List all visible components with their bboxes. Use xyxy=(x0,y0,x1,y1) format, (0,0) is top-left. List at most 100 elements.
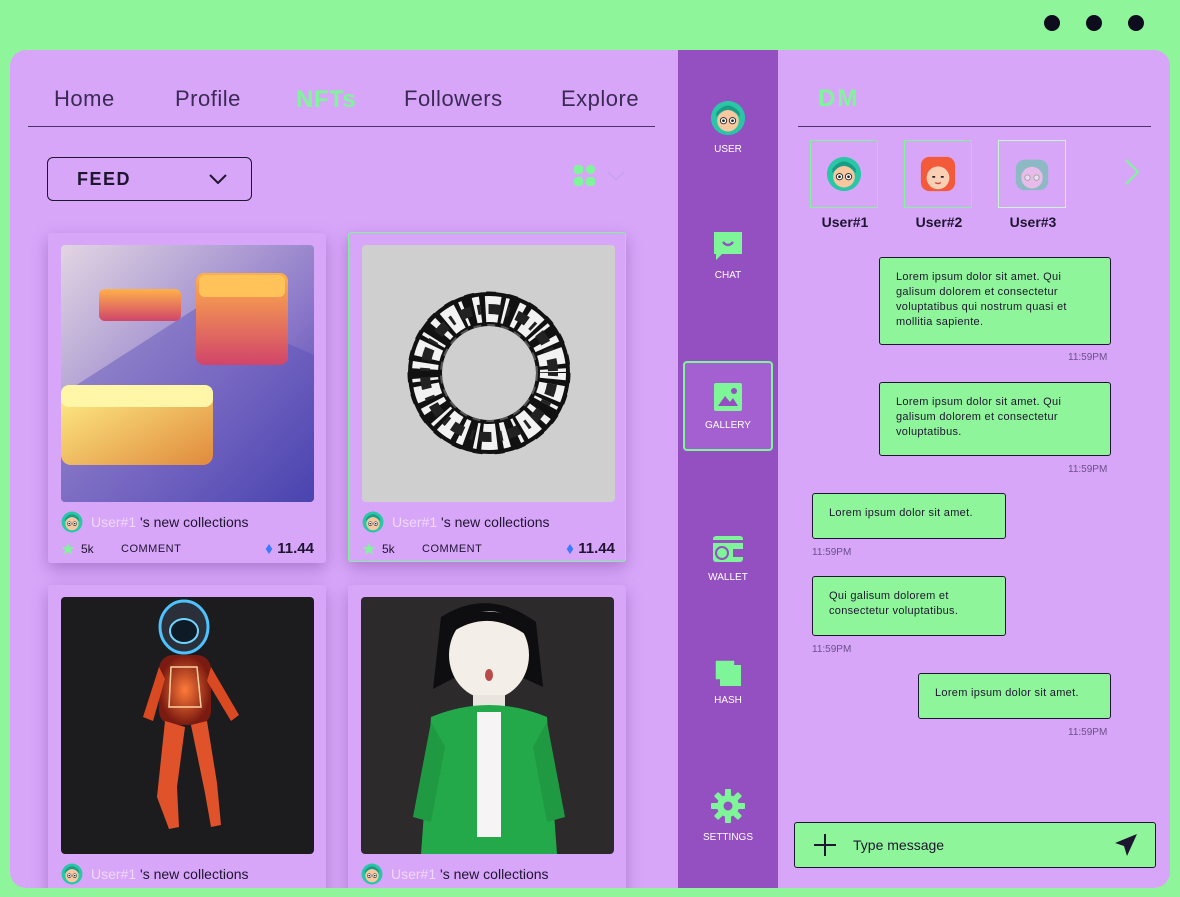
message-bubble-outgoing: Lorem ipsum dolor sit amet. Qui galisum … xyxy=(879,257,1111,345)
sidebar-item-settings[interactable]: SETTINGS xyxy=(683,770,773,860)
card-owner: User#1 's new collections xyxy=(362,511,550,533)
sidebar-item-label: CHAT xyxy=(714,269,742,281)
nav-explore[interactable]: Explore xyxy=(561,86,639,112)
message-time: 11:59PM xyxy=(1068,352,1108,363)
message-time: 11:59PM xyxy=(1068,464,1108,475)
avatar xyxy=(826,156,862,192)
likes-count: 5k xyxy=(81,541,94,556)
nft-image[interactable] xyxy=(61,245,314,502)
sidebar-item-label: GALLERY xyxy=(705,419,751,431)
card-owner: User#1 's new collections xyxy=(61,863,249,885)
chevron-down-icon xyxy=(607,171,625,181)
nft-image[interactable] xyxy=(61,597,314,854)
message-composer xyxy=(794,822,1156,868)
nav-home[interactable]: Home xyxy=(54,86,115,112)
message-time: 11:59PM xyxy=(812,547,852,558)
contact-name: User#1 xyxy=(821,214,869,230)
nav-nfts[interactable]: NFTs xyxy=(296,86,356,114)
avatar[interactable] xyxy=(61,511,83,533)
price: 11.44 xyxy=(566,540,615,557)
contact-avatar[interactable] xyxy=(998,140,1066,208)
dm-title: DM xyxy=(818,85,860,112)
star-icon xyxy=(362,542,376,555)
card-username[interactable]: User#1 xyxy=(391,866,436,882)
send-icon[interactable] xyxy=(1113,832,1139,858)
window-dot[interactable] xyxy=(1044,15,1060,31)
divider xyxy=(798,126,1151,127)
comment-button[interactable]: COMMENT xyxy=(121,543,181,555)
window-controls xyxy=(1044,15,1144,31)
likes[interactable]: 5k xyxy=(362,542,422,556)
contact-name: User#3 xyxy=(1009,214,1057,230)
card-meta: 5k COMMENT 11.44 xyxy=(362,540,615,557)
image-icon xyxy=(714,382,742,411)
chevron-down-icon xyxy=(209,174,227,184)
star-icon xyxy=(61,542,75,555)
message-bubble-outgoing: Lorem ipsum dolor sit amet. xyxy=(918,673,1111,719)
sidebar: USER CHAT GALLERY WALLET HASH SETTINGS xyxy=(678,50,778,888)
comment-button[interactable]: COMMENT xyxy=(422,543,482,555)
avatar xyxy=(920,156,956,192)
message-time: 11:59PM xyxy=(812,644,852,655)
top-nav: Home Profile NFTs Followers Explore xyxy=(28,86,655,127)
sidebar-item-user[interactable]: USER xyxy=(683,82,773,172)
feed-dropdown[interactable]: FEED xyxy=(47,157,252,201)
chevron-right-icon[interactable] xyxy=(1124,158,1140,186)
nft-card[interactable]: User#1 's new collections xyxy=(48,585,326,888)
contact-user-2[interactable]: User#2 xyxy=(904,140,974,230)
nav-profile[interactable]: Profile xyxy=(175,86,241,112)
card-caption: 's new collections xyxy=(140,866,249,882)
sidebar-item-label: USER xyxy=(714,143,742,155)
message-bubble-incoming: Lorem ipsum dolor sit amet. xyxy=(812,493,1006,539)
avatar-icon xyxy=(710,100,746,135)
card-caption: 's new collections xyxy=(440,866,549,882)
card-meta: 5k COMMENT 11.44 xyxy=(61,540,314,557)
sidebar-item-hash[interactable]: HASH xyxy=(683,637,773,727)
message-time: 11:59PM xyxy=(1068,727,1108,738)
sidebar-item-label: SETTINGS xyxy=(702,831,753,843)
contact-avatar[interactable] xyxy=(810,140,878,208)
avatar[interactable] xyxy=(61,863,83,885)
message-bubble-outgoing: Lorem ipsum dolor sit amet. Qui galisum … xyxy=(879,382,1111,456)
likes-count: 5k xyxy=(382,541,395,556)
wallet-icon xyxy=(713,535,743,562)
nav-followers[interactable]: Followers xyxy=(404,86,503,112)
likes[interactable]: 5k xyxy=(61,542,121,556)
nft-card[interactable]: User#1 's new collections xyxy=(348,585,626,888)
card-caption: 's new collections xyxy=(441,514,550,530)
nft-card[interactable]: User#1 's new collections 5k COMMENT 11.… xyxy=(48,233,326,563)
feed-dropdown-label: FEED xyxy=(77,168,132,189)
avatar[interactable] xyxy=(361,863,383,885)
sidebar-item-wallet[interactable]: WALLET xyxy=(683,513,773,603)
nft-image[interactable] xyxy=(361,597,614,854)
card-username[interactable]: User#1 xyxy=(91,514,136,530)
nft-image[interactable] xyxy=(362,245,615,502)
message-input[interactable] xyxy=(851,836,1113,854)
card-username[interactable]: User#1 xyxy=(91,866,136,882)
card-caption: 's new collections xyxy=(140,514,249,530)
price-value: 11.44 xyxy=(578,540,615,557)
eth-icon xyxy=(566,543,574,554)
hash-icon xyxy=(714,658,741,686)
sidebar-item-chat[interactable]: CHAT xyxy=(683,210,773,300)
plus-icon[interactable] xyxy=(813,833,837,857)
chat-icon xyxy=(714,231,742,260)
avatar xyxy=(1015,159,1049,191)
sidebar-item-gallery[interactable]: GALLERY xyxy=(683,361,773,451)
avatar[interactable] xyxy=(362,511,384,533)
nft-card[interactable]: User#1 's new collections 5k COMMENT 11.… xyxy=(348,232,626,562)
message-bubble-incoming: Qui galisum dolorem et consectetur volup… xyxy=(812,576,1006,636)
contact-name: User#2 xyxy=(915,214,963,230)
gear-icon xyxy=(711,788,745,823)
contact-user-1[interactable]: User#1 xyxy=(810,140,880,230)
dm-panel: DM User#1 User#2 User#3 Lorem ipsum dolo… xyxy=(778,50,1170,888)
sidebar-item-label: WALLET xyxy=(708,571,748,583)
eth-icon xyxy=(265,543,273,554)
window-dot[interactable] xyxy=(1128,15,1144,31)
card-owner: User#1 's new collections xyxy=(61,511,249,533)
contact-avatar[interactable] xyxy=(904,140,972,208)
window-dot[interactable] xyxy=(1086,15,1102,31)
contact-user-3[interactable]: User#3 xyxy=(998,140,1068,230)
card-username[interactable]: User#1 xyxy=(392,514,437,530)
view-toggle[interactable] xyxy=(573,164,625,188)
